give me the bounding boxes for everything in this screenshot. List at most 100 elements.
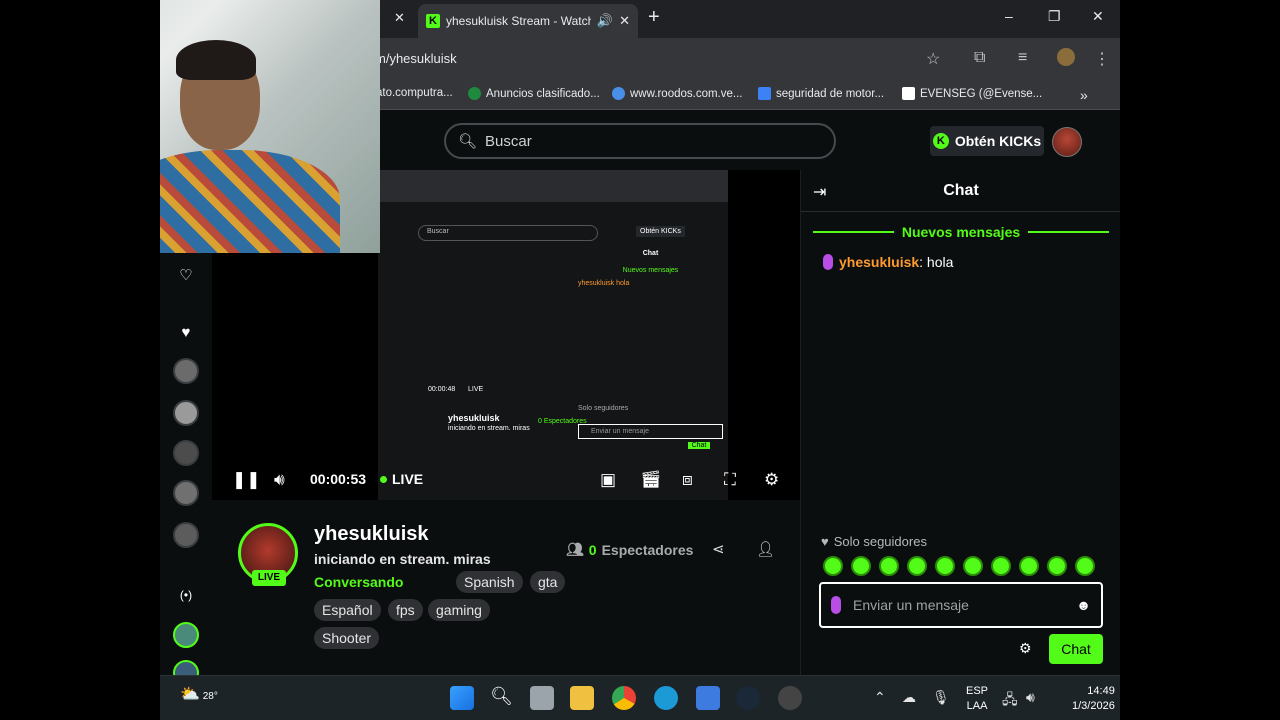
cloud-icon[interactable]: ☁: [902, 689, 916, 706]
followed-channel-avatar[interactable]: [173, 400, 199, 426]
stream-category[interactable]: Conversando: [314, 574, 403, 590]
tag[interactable]: Shooter: [314, 627, 380, 649]
steam-icon[interactable]: [736, 686, 760, 710]
viewers-label: Espectadores: [601, 541, 694, 558]
nested-input: Enviar un mensaje: [578, 424, 723, 439]
mic-badge-icon: [823, 254, 833, 270]
viewers-icon: 👥︎: [566, 541, 584, 557]
close-window-icon[interactable]: ✕: [1092, 8, 1104, 25]
followed-channel-avatar[interactable]: [173, 522, 199, 548]
star-icon[interactable]: ☆: [926, 49, 940, 69]
volume-icon[interactable]: 🔊︎: [1026, 689, 1035, 706]
emoji-icon[interactable]: ☻: [1076, 597, 1091, 613]
nested-stream-preview: Buscar Obtén KICKs Chat Nuevos mensajes …: [378, 170, 728, 500]
nested-chat-title: Chat: [642, 250, 659, 257]
webcam-person-hair: [176, 40, 256, 80]
language-indicator[interactable]: ESP LAA: [966, 684, 988, 714]
clip-icon[interactable]: 🎬︎: [640, 470, 662, 490]
emote-icon[interactable]: [963, 556, 983, 576]
heart-icon: ♥: [821, 534, 829, 549]
share-icon[interactable]: ⋖: [712, 540, 725, 558]
store-icon[interactable]: [696, 686, 720, 710]
settings-gear-icon[interactable]: ⚙: [764, 470, 779, 490]
theater-mode-icon[interactable]: ▣: [600, 470, 616, 490]
tag[interactable]: gta: [530, 571, 566, 593]
weather-widget[interactable]: ⛅ 28°: [180, 684, 218, 704]
search-icon[interactable]: 🔍︎: [490, 686, 514, 710]
user-avatar[interactable]: [1052, 127, 1082, 157]
send-chat-button[interactable]: Chat: [1049, 634, 1103, 664]
menu-icon[interactable]: ⋮: [1094, 49, 1110, 69]
bookmark-item[interactable]: ato.computra...: [376, 87, 453, 99]
emote-icon[interactable]: [907, 556, 927, 576]
speaker-icon: 🔊: [596, 13, 614, 28]
emote-icon[interactable]: [879, 556, 899, 576]
extensions-icon[interactable]: ⧉: [974, 49, 985, 67]
volume-icon[interactable]: 🔊︎: [274, 470, 285, 490]
emote-icon[interactable]: [1019, 556, 1039, 576]
profile-avatar[interactable]: [1057, 48, 1075, 66]
close-tab-icon[interactable]: ✕: [394, 10, 405, 26]
tag[interactable]: fps: [388, 599, 423, 621]
get-kicks-button[interactable]: K Obtén KICKs: [930, 126, 1044, 156]
microphone-icon[interactable]: 🎙︎: [932, 689, 950, 706]
live-label: LIVE: [392, 471, 424, 487]
recommended-channel-avatar[interactable]: [173, 622, 199, 648]
keyboard-layout: LAA: [966, 700, 988, 712]
chat-input[interactable]: Enviar un mensaje ☻: [819, 582, 1103, 628]
browser-tab-active[interactable]: K yhesukluisk Stream - Watch 🔊 ✕: [418, 4, 638, 38]
followed-channel-avatar[interactable]: [173, 440, 199, 466]
chat-username[interactable]: yhesukluisk: [839, 254, 919, 270]
pause-icon[interactable]: ❚❚: [232, 470, 261, 490]
channel-name[interactable]: yhesukluisk: [314, 523, 429, 546]
follow-user-icon[interactable]: 👤︎: [756, 540, 775, 558]
windows-start-icon[interactable]: [450, 686, 474, 710]
emote-icon[interactable]: [1047, 556, 1067, 576]
tag[interactable]: Español: [314, 599, 381, 621]
close-tab-icon[interactable]: ✕: [619, 13, 630, 29]
bookmark-item[interactable]: www.roodos.com.ve...: [612, 87, 742, 100]
pip-icon[interactable]: ⧈: [682, 470, 693, 490]
system-clock[interactable]: 14:49 1/3/2026: [1072, 684, 1115, 714]
new-messages-label: Nuevos mensajes: [901, 224, 1021, 240]
live-dot-icon: [380, 475, 387, 483]
tag[interactable]: gaming: [428, 599, 490, 621]
emote-icon[interactable]: [935, 556, 955, 576]
nested-viewers: 0 Espectadores: [538, 418, 587, 425]
search-input[interactable]: 🔍︎ Buscar: [444, 123, 836, 159]
emote-icon[interactable]: [991, 556, 1011, 576]
bookmark-item[interactable]: EVENSEG (@Evense...: [902, 87, 1042, 100]
tag[interactable]: Spanish: [456, 571, 523, 593]
chat-settings-icon[interactable]: ⚙: [1019, 640, 1032, 657]
new-tab-icon[interactable]: +: [648, 6, 660, 29]
bookmark-item[interactable]: seguridad de motor...: [758, 87, 884, 100]
file-explorer-icon[interactable]: [570, 686, 594, 710]
obs-icon[interactable]: [778, 686, 802, 710]
edge-icon[interactable]: [654, 686, 678, 710]
chat-header: ⇥ Chat: [801, 170, 1120, 212]
stream-title: iniciando en stream. miras: [314, 551, 491, 567]
restore-icon[interactable]: ❐: [1048, 8, 1061, 25]
minimize-icon[interactable]: –: [1005, 8, 1013, 24]
network-icon[interactable]: 🖧: [1002, 689, 1018, 713]
heart-icon[interactable]: ♥: [160, 324, 212, 341]
chat-text: : hola: [919, 254, 954, 270]
chrome-icon[interactable]: [612, 686, 636, 710]
followed-channel-avatar[interactable]: [173, 358, 199, 384]
live-indicator[interactable]: LIVE: [380, 471, 423, 487]
divider-line: [813, 231, 894, 233]
media-control-icon[interactable]: ≡: [1018, 49, 1027, 67]
following-heart-icon[interactable]: ♡: [160, 266, 212, 284]
bookmarks-overflow-icon[interactable]: »: [1080, 87, 1088, 103]
emote-icon[interactable]: [823, 556, 843, 576]
followed-channel-avatar[interactable]: [173, 480, 199, 506]
kicks-coin-icon: K: [932, 133, 949, 149]
fullscreen-icon[interactable]: ⛶: [724, 470, 736, 490]
language-code: ESP: [966, 685, 989, 697]
emote-icon[interactable]: [1075, 556, 1095, 576]
tray-chevron-icon[interactable]: ⌃: [874, 689, 886, 706]
url-field[interactable]: m/yhesukluisk: [375, 51, 457, 66]
emote-icon[interactable]: [851, 556, 871, 576]
task-view-icon[interactable]: [530, 686, 554, 710]
bookmark-item[interactable]: Anuncios clasificado...: [468, 87, 600, 100]
